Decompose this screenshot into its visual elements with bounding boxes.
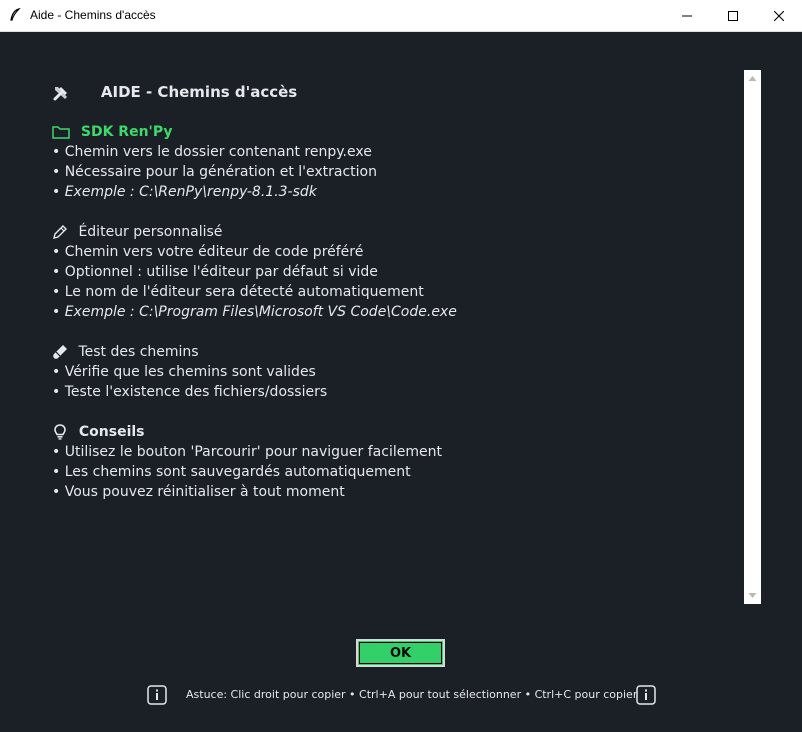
close-button[interactable] bbox=[756, 0, 802, 31]
minimize-button[interactable] bbox=[664, 0, 710, 31]
section-sdk-line-2: • Nécessaire pour la génération et l'ext… bbox=[52, 164, 377, 180]
section-test-title: Test des chemins bbox=[78, 344, 199, 360]
maximize-button[interactable] bbox=[710, 0, 756, 31]
help-heading-row: AIDE - Chemins d'accès bbox=[52, 83, 297, 102]
pencil-icon bbox=[53, 225, 67, 239]
section-sdk-line-1: • Chemin vers le dossier contenant renpy… bbox=[52, 144, 372, 160]
help-text-area[interactable]: AIDE - Chemins d'accès SDK Ren'Py • Chem… bbox=[32, 70, 742, 605]
section-sdk-title-row: SDK Ren'Py bbox=[52, 123, 172, 141]
section-editor-title: Éditeur personnalisé bbox=[78, 224, 223, 240]
section-editor-line-1: • Chemin vers votre éditeur de code préf… bbox=[52, 244, 364, 260]
feather-icon bbox=[10, 8, 21, 21]
section-editor-title-row: Éditeur personnalisé bbox=[52, 223, 222, 241]
section-editor-example: • Exemple : C:\Program Files\Microsoft V… bbox=[52, 304, 457, 320]
minimize-icon bbox=[682, 15, 692, 16]
section-sdk-title: SDK Ren'Py bbox=[80, 124, 173, 140]
ok-button[interactable]: OK bbox=[356, 639, 445, 667]
section-tips-line-1: • Utilisez le bouton 'Parcourir' pour na… bbox=[52, 444, 442, 460]
section-editor-line-2: • Optionnel : utilise l'éditeur par défa… bbox=[52, 264, 378, 280]
footer-tip: Astuce: Clic droit pour copier • Ctrl+A … bbox=[186, 688, 638, 701]
tools-icon bbox=[53, 87, 67, 101]
maximize-icon bbox=[728, 10, 738, 21]
section-test-line-2: • Teste l'existence des fichiers/dossier… bbox=[52, 384, 328, 400]
section-tips-title-row: Conseils bbox=[52, 423, 145, 441]
scroll-up-arrow-icon[interactable] bbox=[748, 74, 757, 83]
section-tips-title: Conseils bbox=[78, 424, 145, 440]
info-icon bbox=[147, 685, 167, 705]
section-tips-line-3: • Vous pouvez réinitialiser à tout momen… bbox=[52, 484, 345, 500]
section-test-line-1: • Vérifie que les chemins sont valides bbox=[52, 364, 316, 380]
section-test-title-row: Test des chemins bbox=[52, 343, 199, 361]
section-editor-line-3: • Le nom de l'éditeur sera détecté autom… bbox=[52, 284, 424, 300]
info-icon bbox=[636, 685, 656, 705]
close-icon bbox=[774, 10, 784, 21]
section-sdk-example: • Exemple : C:\RenPy\renpy-8.1.3-sdk bbox=[52, 184, 317, 200]
test-tube-icon bbox=[53, 345, 67, 359]
help-heading: AIDE - Chemins d'accès bbox=[100, 83, 298, 101]
scroll-down-arrow-icon[interactable] bbox=[748, 591, 757, 600]
window-title: Aide - Chemins d'accès bbox=[30, 8, 156, 22]
lightbulb-icon bbox=[54, 424, 66, 440]
vertical-scrollbar[interactable] bbox=[744, 70, 761, 604]
folder-icon bbox=[52, 126, 70, 139]
section-tips-line-2: • Les chemins sont sauvegardés automatiq… bbox=[52, 464, 411, 480]
title-bar: Aide - Chemins d'accès bbox=[0, 0, 802, 32]
